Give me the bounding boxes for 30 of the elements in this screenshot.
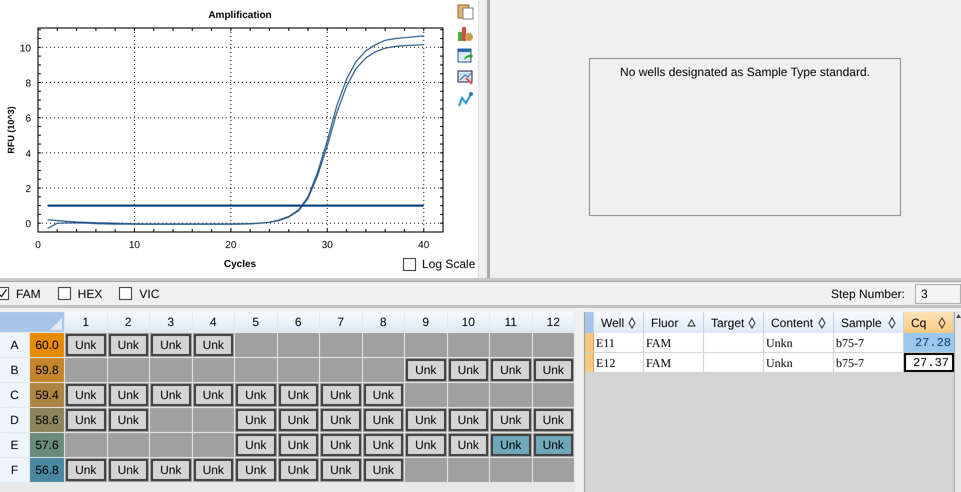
y-tick-label: 4 [25,148,31,160]
table-cell: Unkn [764,333,834,352]
table-cell: FAM [644,333,704,352]
temperature-cell: 57.6 [30,433,64,457]
y-axis-label: RFU (10^3) [6,106,16,154]
cq-cell: 27.28 [904,333,954,352]
y-tick-label: 0 [25,219,31,230]
table-cell: Unkn [764,353,834,372]
x-axis-label: Cycles [224,259,256,270]
x-tick-label: 40 [418,240,430,251]
x-tick-label: 0 [35,240,41,251]
temperature-cell: 60.0 [30,333,64,357]
temperature-cell: 58.6 [30,408,64,432]
x-tick-label: 30 [322,240,333,251]
y-tick-label: 10 [20,43,31,54]
x-tick-label: 20 [225,240,236,251]
x-tick-label: 10 [128,240,140,251]
y-tick-label: 2 [25,184,31,196]
table-cell: FAM [644,353,704,372]
temperature-cell: 59.4 [30,383,64,407]
temperature-cell: 56.8 [30,458,64,482]
temperature-cell: 59.8 [30,358,64,382]
y-tick-label: 6 [25,114,31,125]
no-standards-message: No wells designated as Sample Type standard. [620,64,870,81]
y-tick-label: 8 [25,78,31,90]
table-cell: E12 [594,353,644,372]
cq-cell: 27.37 [904,353,954,372]
step-number-label: Step Number: [830,286,905,302]
chart-title: Amplification [208,10,272,21]
table-cell: E11 [594,333,644,352]
